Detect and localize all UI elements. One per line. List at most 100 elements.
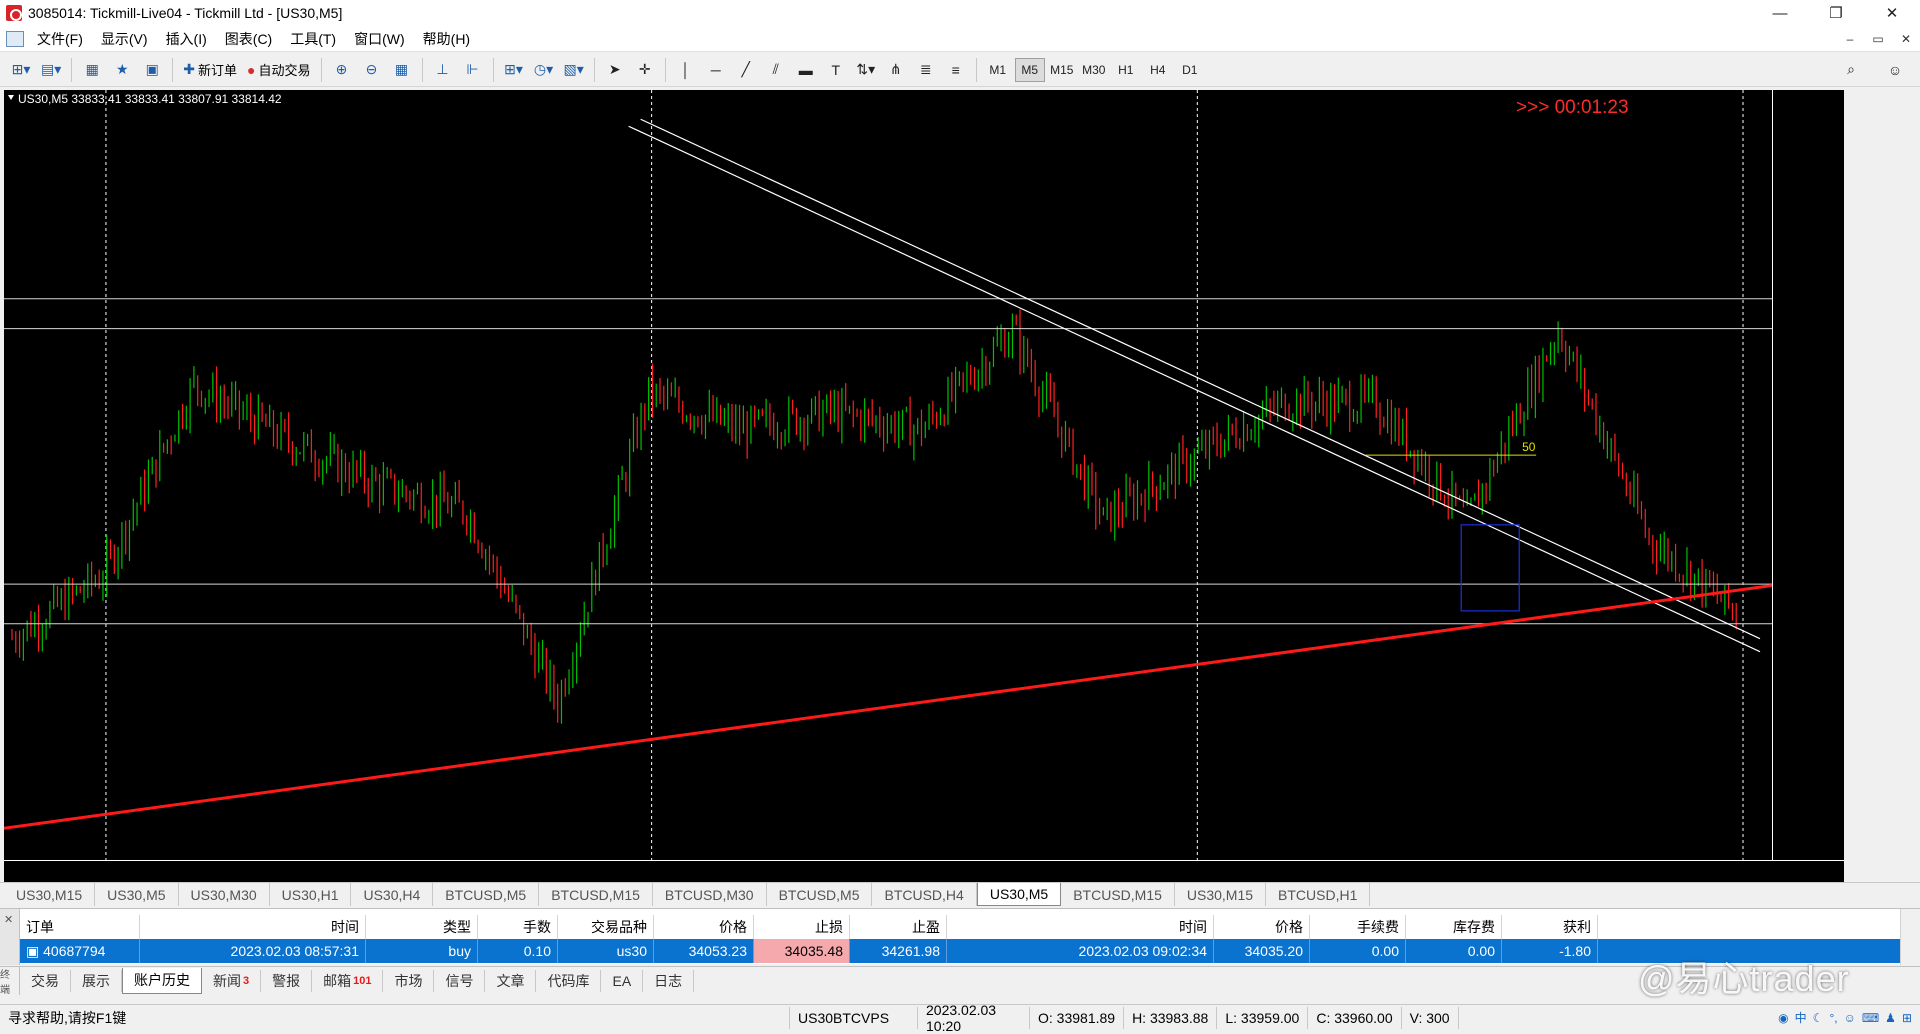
crosshair-icon[interactable]: ✛ bbox=[632, 56, 658, 84]
terminal-tab[interactable]: 代码库 bbox=[536, 969, 602, 992]
col-close-time[interactable]: 时间 bbox=[947, 915, 1214, 939]
rectangle-icon[interactable]: ▬ bbox=[793, 56, 819, 84]
auto-trading-button[interactable]: ● 自动交易 bbox=[244, 56, 313, 84]
zoom-in-icon[interactable]: ⊕ bbox=[329, 56, 355, 84]
chart-svg[interactable]: 50 US30,M5 33833.41 33833.41 33807.91 338… bbox=[4, 90, 1844, 882]
ime-logo-icon[interactable]: ◉ bbox=[1778, 1011, 1788, 1025]
user-icon[interactable]: ♟ bbox=[1885, 1011, 1896, 1025]
terminal-tab[interactable]: 展示 bbox=[71, 969, 122, 992]
arrows-icon[interactable]: ⇅▾ bbox=[853, 56, 879, 84]
col-profit[interactable]: 获利 bbox=[1502, 915, 1598, 939]
templates-icon[interactable]: ▧▾ bbox=[561, 56, 587, 84]
timeframe-h1[interactable]: H1 bbox=[1111, 58, 1141, 82]
chart-tab[interactable]: US30,H1 bbox=[270, 883, 352, 906]
col-lots[interactable]: 手数 bbox=[478, 915, 558, 939]
tile-windows-icon[interactable]: ▦ bbox=[389, 56, 415, 84]
menu-window[interactable]: 窗口(W) bbox=[345, 29, 414, 49]
chart-tab[interactable]: BTCUSD,M5 bbox=[767, 883, 873, 906]
terminal-tab[interactable]: 交易 bbox=[20, 969, 71, 992]
moon-icon[interactable]: ☾ bbox=[1813, 1011, 1824, 1025]
menu-insert[interactable]: 插入(I) bbox=[157, 29, 216, 49]
maximize-button[interactable]: ❐ bbox=[1808, 0, 1864, 26]
timeframe-m15[interactable]: M15 bbox=[1047, 58, 1077, 82]
autoscroll-icon[interactable]: ⊩ bbox=[460, 56, 486, 84]
punctuation-icon[interactable]: °, bbox=[1829, 1011, 1837, 1025]
fib-channel-icon[interactable]: ≡ bbox=[943, 56, 969, 84]
ime-language-indicator[interactable]: 中 bbox=[1795, 1009, 1807, 1026]
time-axis[interactable] bbox=[4, 860, 1844, 882]
terminal-tab[interactable]: 新闻 3 bbox=[202, 969, 262, 992]
cursor-icon[interactable]: ➤ bbox=[602, 56, 628, 84]
chart-tab[interactable]: US30,M5 bbox=[976, 883, 1062, 906]
profiles-icon[interactable]: ▤▾ bbox=[38, 56, 64, 84]
menu-view[interactable]: 显示(V) bbox=[92, 29, 157, 49]
chart-tab[interactable]: US30,H4 bbox=[351, 883, 434, 906]
timeframe-m30[interactable]: M30 bbox=[1079, 58, 1109, 82]
horizontal-line-icon[interactable]: ─ bbox=[703, 56, 729, 84]
chart-tab[interactable]: US30,M15 bbox=[4, 883, 96, 906]
col-stop-loss[interactable]: 止损 bbox=[754, 915, 850, 939]
timeframe-m5[interactable]: M5 bbox=[1014, 57, 1045, 82]
terminal-tab[interactable]: 警报 bbox=[261, 969, 313, 992]
terminal-tab[interactable]: 信号 bbox=[434, 969, 486, 992]
chart-tab[interactable]: BTCUSD,M5 bbox=[433, 883, 540, 906]
pitchfork-icon[interactable]: ⋔ bbox=[883, 56, 909, 84]
minimize-button[interactable]: — bbox=[1752, 0, 1808, 26]
close-button[interactable]: ✕ bbox=[1864, 0, 1920, 26]
timeframe-d1[interactable]: D1 bbox=[1175, 58, 1205, 82]
child-restore-button[interactable]: ▭ bbox=[1864, 32, 1892, 46]
new-chart-icon[interactable]: ⊞▾ bbox=[8, 56, 34, 84]
indicators-icon[interactable]: ⊞▾ bbox=[501, 56, 527, 84]
chat-icon[interactable]: ☺ bbox=[1882, 56, 1908, 84]
chart-tab[interactable]: BTCUSD,H1 bbox=[1266, 883, 1371, 906]
menu-help[interactable]: 帮助(H) bbox=[414, 29, 479, 49]
col-close-price[interactable]: 价格 bbox=[1214, 915, 1310, 939]
text-icon[interactable]: T bbox=[823, 56, 849, 84]
terminal-tab[interactable]: 账户历史 bbox=[122, 967, 202, 994]
trendline-icon[interactable]: ╱ bbox=[733, 56, 759, 84]
zoom-out-icon[interactable]: ⊖ bbox=[359, 56, 385, 84]
terminal-sidebar[interactable]: ✕ bbox=[0, 909, 20, 965]
child-close-button[interactable]: ✕ bbox=[1892, 32, 1920, 46]
col-open-time[interactable]: 时间 bbox=[140, 915, 366, 939]
new-order-button[interactable]: ✚ 新订单 bbox=[180, 56, 240, 84]
price-chart[interactable]: 50 US30,M5 33833.41 33833.41 33807.91 338… bbox=[4, 90, 1844, 882]
grid-icon[interactable]: ⊞ bbox=[1902, 1011, 1912, 1025]
terminal-tab[interactable]: 市场 bbox=[383, 969, 435, 992]
col-type[interactable]: 类型 bbox=[366, 915, 478, 939]
chart-tab[interactable]: BTCUSD,M30 bbox=[653, 883, 767, 906]
channel-icon[interactable]: ⫽ bbox=[763, 56, 789, 84]
price-axis[interactable] bbox=[1772, 90, 1844, 860]
emoji-icon[interactable]: ☺ bbox=[1844, 1011, 1856, 1025]
terminal-tab[interactable]: 邮箱 101 bbox=[312, 969, 384, 992]
keyboard-icon[interactable]: ⌨ bbox=[1862, 1011, 1879, 1025]
periods-icon[interactable]: ◷▾ bbox=[531, 56, 557, 84]
terminal-tab[interactable]: EA bbox=[601, 969, 644, 992]
menu-file[interactable]: 文件(F) bbox=[28, 29, 92, 49]
chart-tab[interactable]: BTCUSD,M15 bbox=[539, 883, 653, 906]
status-profile[interactable]: US30BTCVPS bbox=[790, 1006, 918, 1029]
col-commission[interactable]: 手续费 bbox=[1310, 915, 1406, 939]
timeframe-h4[interactable]: H4 bbox=[1143, 58, 1173, 82]
chart-shift-icon[interactable]: ⊥ bbox=[430, 56, 456, 84]
terminal-close-icon[interactable]: ✕ bbox=[4, 913, 13, 926]
timeframe-m1[interactable]: M1 bbox=[983, 58, 1013, 82]
col-open-price[interactable]: 价格 bbox=[654, 915, 754, 939]
chart-tab[interactable]: BTCUSD,H4 bbox=[872, 883, 977, 906]
chart-window-icon[interactable] bbox=[6, 30, 24, 47]
menu-tools[interactable]: 工具(T) bbox=[281, 29, 345, 49]
child-minimize-button[interactable]: – bbox=[1836, 32, 1864, 46]
fibonacci-icon[interactable]: ≣ bbox=[913, 56, 939, 84]
market-watch-icon[interactable]: ▦ bbox=[79, 56, 105, 84]
col-symbol[interactable]: 交易品种 bbox=[558, 915, 654, 939]
menu-charts[interactable]: 图表(C) bbox=[216, 29, 281, 49]
search-icon[interactable]: ⌕ bbox=[1838, 56, 1864, 84]
navigator-icon[interactable]: ★ bbox=[109, 56, 135, 84]
chart-tab[interactable]: US30,M5 bbox=[95, 883, 179, 906]
chart-tab[interactable]: US30,M30 bbox=[179, 883, 270, 906]
col-swap[interactable]: 库存费 bbox=[1406, 915, 1502, 939]
history-order-row[interactable]: ▣ 40687794 2023.02.03 08:57:31 buy 0.10 … bbox=[20, 939, 1900, 963]
col-ticket[interactable]: 订单 bbox=[20, 915, 140, 939]
terminal-icon[interactable]: ▣ bbox=[139, 56, 165, 84]
terminal-tab[interactable]: 文章 bbox=[485, 969, 537, 992]
